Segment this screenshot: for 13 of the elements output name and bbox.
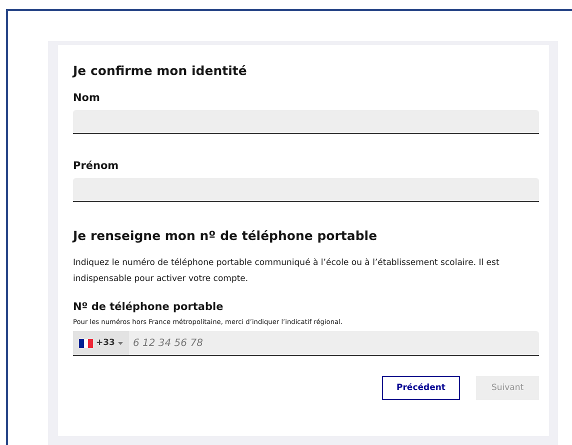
previous-button[interactable]: Précédent — [382, 376, 460, 400]
input-field[interactable] — [73, 110, 539, 134]
field-label: Nº de téléphone portable — [73, 301, 224, 313]
flag-icon — [79, 338, 93, 348]
field-label: Prénom — [73, 160, 120, 172]
caret-icon — [118, 342, 123, 344]
description-text: Indiquez le numéro de téléphone portable communiqué à l’école ou à l’établissement scolaire. Il est indispensable pour activer votre compte. — [73, 257, 500, 286]
section-title: Je confirme mon identité — [73, 63, 248, 78]
input-field[interactable] — [73, 178, 539, 202]
section-title: Je renseigne mon nº de téléphone portable — [73, 228, 378, 243]
phone-input-field[interactable]: +33 6 12 34 56 78 — [73, 331, 539, 356]
country-code-dropdown[interactable]: +33 — [73, 331, 129, 355]
field-label: Nom — [73, 92, 101, 104]
